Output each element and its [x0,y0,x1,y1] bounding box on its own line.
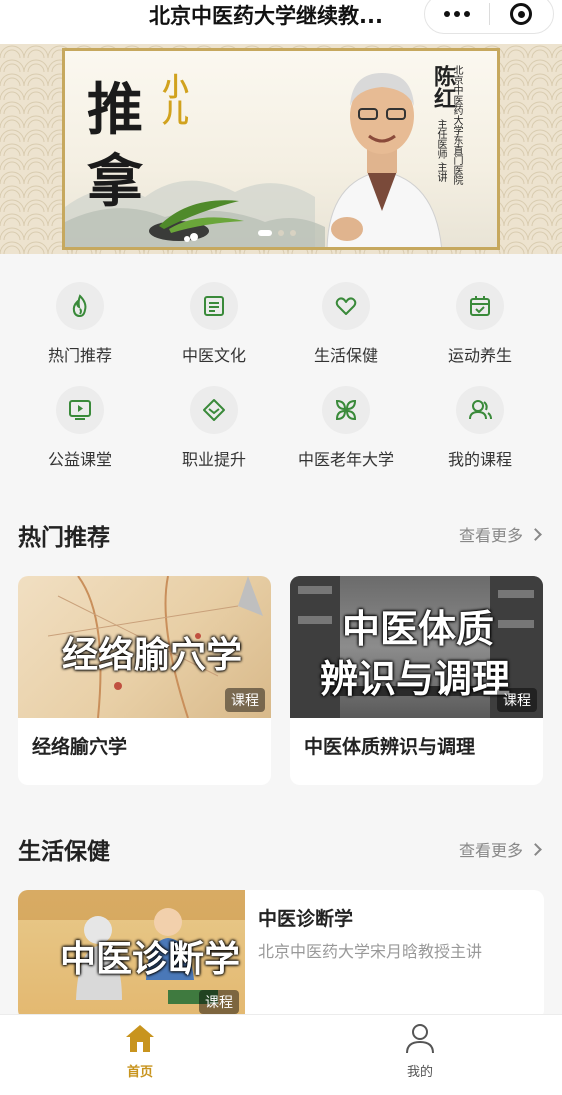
category-label: 运动养生 [447,346,512,365]
course-title: 中医诊断学 [258,908,354,930]
banner-pagination [258,230,296,236]
banner-subtitle: 小儿 [158,73,188,125]
heart-icon [322,282,370,330]
home-icon [126,1025,154,1052]
flame-icon [56,282,104,330]
leaves-icon [322,386,370,434]
page-title: 北京中医药大学继续教... [149,4,383,28]
thumbnail-title: 经络腧穴学 [62,635,243,676]
category-culture[interactable]: 中医文化 [144,282,284,366]
promo-banner[interactable]: 推 小儿 拿 陈红 主任医师 主讲 北京中医药大学东直门医院 [0,44,562,254]
user-icon [456,386,504,434]
doctor-role: 主任医师 主讲 [435,119,446,183]
banner-title-char-1: 推 [87,77,143,143]
person-icon [406,1024,434,1054]
close-target-icon [510,3,533,25]
chevron-right-icon [529,842,542,856]
thumbnail-title-line-1: 中医体质 [342,607,495,651]
miniprogram-capsule [424,0,554,34]
top-navbar: 北京中医药大学继续教... [0,0,562,44]
course-name: 经络腧穴学 [32,736,128,758]
see-more-label: 查看更多 [458,841,523,860]
course-subtitle: 北京中医药大学宋月晗教授主讲 [258,942,483,961]
category-label: 中医文化 [181,346,246,365]
category-label: 职业提升 [181,450,246,469]
thumbnail-title-line-2: 辨识与调理 [320,657,511,701]
bottom-tab-bar: 首页 我的 [0,1014,562,1095]
video-icon [56,386,104,434]
course-thumbnail: 经络腧穴学 课程 [18,576,271,718]
banner-frame: 推 小儿 拿 陈红 主任医师 主讲 北京中医药大学东直门医院 [62,48,500,250]
document-icon [190,282,238,330]
category-sport[interactable]: 运动养生 [410,282,550,366]
category-label: 中医老年大学 [297,450,394,469]
thumbnail-title: 中医诊断学 [60,939,241,980]
course-card[interactable]: 中医体质 辨识与调理 课程 中医体质辨识与调理 [290,576,543,785]
category-label: 我的课程 [447,450,512,469]
section-title-life: 生活保健 [18,839,110,865]
herb-leaves-illustration [149,200,244,242]
chevron-right-icon [529,527,542,541]
category-hot[interactable]: 热门推荐 [10,282,150,366]
category-elder-university[interactable]: 中医老年大学 [276,386,416,470]
category-label: 生活保健 [313,346,378,365]
tab-mine-label: 我的 [406,1065,433,1080]
course-thumbnail: 中医体质 辨识与调理 课程 [290,576,543,718]
more-menu-button[interactable] [425,0,489,33]
category-public[interactable]: 公益课堂 [10,386,150,470]
tab-home[interactable]: 首页 [70,1021,210,1080]
course-tag: 课程 [225,688,265,712]
banner-title-char-2: 拿 [87,149,143,215]
course-list-item[interactable]: 中医诊断学 课程 中医诊断学 北京中医药大学宋月晗教授主讲 [18,890,544,1020]
hospital-name: 北京中医药大学东直门医院 [451,65,462,185]
category-life[interactable]: 生活保健 [276,282,416,366]
category-my-courses[interactable]: 我的课程 [410,386,550,470]
tab-home-label: 首页 [126,1065,153,1080]
category-label: 热门推荐 [47,346,112,365]
life-see-more-link[interactable]: 查看更多 [458,837,542,861]
hot-see-more-link[interactable]: 查看更多 [458,522,542,546]
see-more-label: 查看更多 [458,526,523,545]
course-card[interactable]: 经络腧穴学 课程 经络腧穴学 [18,576,271,785]
close-miniprogram-button[interactable] [490,0,554,33]
calendar-check-icon [456,282,504,330]
course-name: 中医体质辨识与调理 [304,736,476,758]
chevron-badge-icon [190,386,238,434]
course-tag: 课程 [497,688,537,712]
course-thumbnail: 中医诊断学 课程 [18,890,245,1020]
section-title-hot: 热门推荐 [18,525,110,551]
category-career[interactable]: 职业提升 [144,386,284,470]
category-label: 公益课堂 [47,450,112,469]
more-dots-icon [443,11,450,17]
course-tag: 课程 [199,990,239,1014]
tab-mine[interactable]: 我的 [350,1021,490,1080]
